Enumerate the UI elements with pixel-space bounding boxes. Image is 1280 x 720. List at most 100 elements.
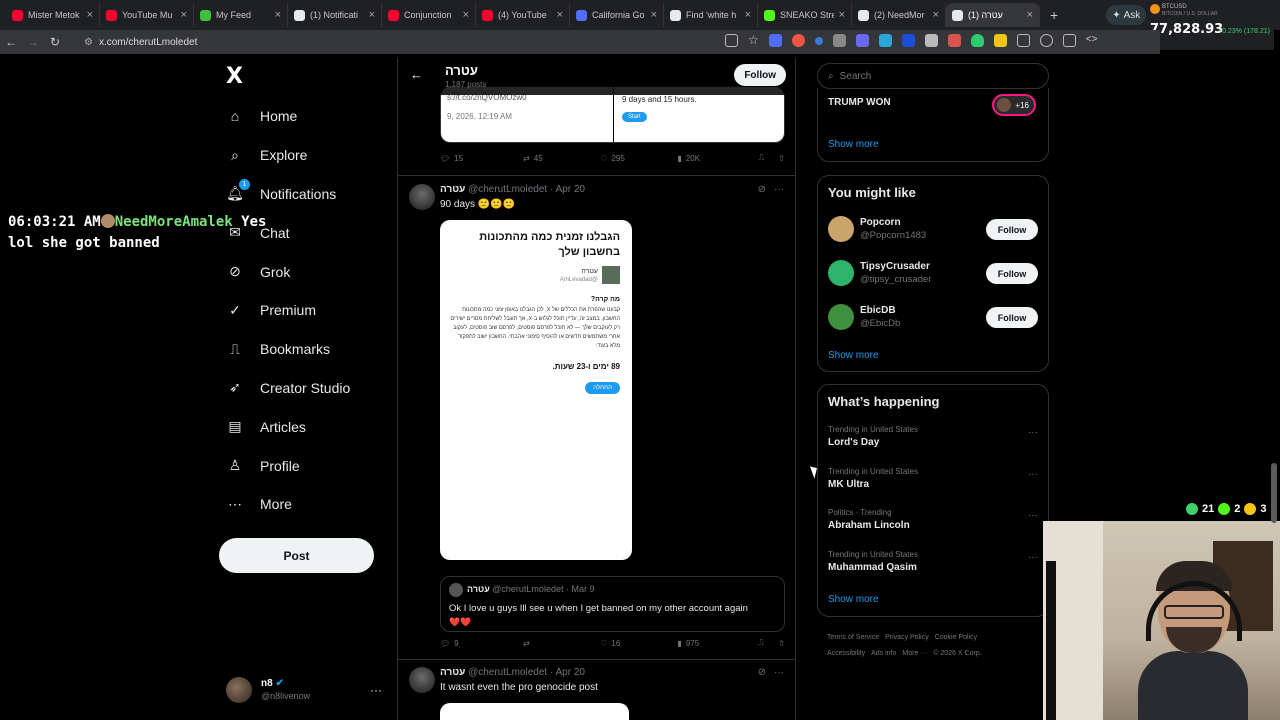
suggestion-name[interactable]: TipsyCrusader <box>860 261 930 272</box>
trend-avatars[interactable]: +16 <box>992 94 1036 116</box>
browser-tab[interactable]: (4) YouTube × <box>476 3 570 27</box>
nav-item-grok[interactable]: ⊘ Grok <box>226 252 350 291</box>
reply-button[interactable]: 💬︎ 15 <box>440 154 523 163</box>
back-arrow-icon[interactable]: ← <box>410 67 423 82</box>
avatar[interactable] <box>828 304 854 330</box>
history-icon[interactable] <box>1039 34 1053 47</box>
more-icon[interactable]: ··· <box>1028 427 1038 438</box>
extension-icon[interactable] <box>855 34 869 47</box>
browser-tab[interactable]: Find 'white h × <box>664 3 758 27</box>
footer-link[interactable]: Terms of Service <box>827 634 879 641</box>
extension-icon[interactable] <box>878 34 892 47</box>
scrollbar[interactable] <box>1270 58 1278 720</box>
nav-item-creator-studio[interactable]: ➶ Creator Studio <box>226 369 350 408</box>
repost-button[interactable]: ⇄ <box>523 639 600 648</box>
nav-item-chat[interactable]: ✉ Chat <box>226 213 350 252</box>
ask-button[interactable]: ✦ Ask <box>1106 5 1147 25</box>
back-arrow-icon[interactable]: ← <box>0 35 22 49</box>
close-icon[interactable]: × <box>839 9 845 21</box>
views-button[interactable]: ▮ 975 <box>677 639 758 648</box>
share-icon[interactable]: ⇧ <box>778 639 785 648</box>
follow-button[interactable]: Follow <box>986 219 1038 240</box>
tweet-image[interactable]: הגבלנו זמנית כמה מהתכונות בחשבון שלך עטר… <box>440 220 632 560</box>
tweet[interactable]: עטרה @cherutLmoledet · Apr 20 ⊘ ··· 90 d… <box>398 182 795 660</box>
follow-button[interactable]: Follow <box>986 307 1038 328</box>
browser-tab[interactable]: (1) עטרה × <box>946 3 1040 27</box>
new-tab-button[interactable]: + <box>1050 7 1058 23</box>
browser-tab[interactable]: YouTube Mu × <box>100 3 194 27</box>
extension-icon[interactable] <box>832 34 846 47</box>
tweet-date[interactable]: · Apr 20 <box>550 667 585 678</box>
extension-icon[interactable] <box>970 34 984 47</box>
avatar[interactable] <box>409 667 435 693</box>
follow-button[interactable]: Follow <box>734 64 786 86</box>
avatar[interactable] <box>828 260 854 286</box>
extension-icon[interactable] <box>947 34 961 47</box>
post-button[interactable]: Post <box>219 538 374 573</box>
follow-button[interactable]: Follow <box>986 263 1038 284</box>
avatar[interactable] <box>409 184 435 210</box>
views-button[interactable]: ▮ 20K <box>677 154 758 163</box>
close-icon[interactable]: × <box>275 9 281 21</box>
cast-icon[interactable] <box>725 34 738 47</box>
close-icon[interactable]: × <box>87 9 93 21</box>
grok-icon[interactable]: ⊘ <box>758 184 766 195</box>
browser-tab[interactable]: Conjunction × <box>382 3 476 27</box>
show-more-link[interactable]: Show more <box>828 139 879 150</box>
more-icon[interactable]: ··· <box>1028 469 1038 480</box>
nav-item-profile[interactable]: ♙ Profile <box>226 446 350 485</box>
share-icon[interactable]: ⇧ <box>778 154 785 163</box>
code-icon[interactable]: <> <box>1086 34 1098 47</box>
quoted-tweet[interactable]: עטרה @cherutLmoledet · Mar 9 Ok I love u… <box>440 576 785 632</box>
grok-icon[interactable]: ⊘ <box>758 667 766 678</box>
extension-icon[interactable] <box>901 34 915 47</box>
tweet-handle[interactable]: @cherutLmoledet <box>468 184 547 195</box>
footer-link[interactable]: Cookie Policy <box>935 634 977 641</box>
trend-label[interactable]: TRUMP WON <box>828 97 891 108</box>
account-switcher[interactable]: n8 ✔ @n8livenow ··· <box>226 675 386 705</box>
browser-tab[interactable]: My Feed × <box>194 3 288 27</box>
nav-item-premium[interactable]: ✓ Premium <box>226 291 350 330</box>
like-button[interactable]: ♡ 295 <box>600 154 677 163</box>
search-input[interactable]: ⌕ Search <box>817 63 1049 89</box>
suggestion-name[interactable]: Popcorn <box>860 217 901 228</box>
url-field[interactable]: ⚙ x.com/cherutLmoledet <box>76 32 686 52</box>
tweet-image[interactable] <box>440 703 629 720</box>
nav-item-notifications[interactable]: 🔔︎ 1 Notifications <box>226 175 350 214</box>
trend-name[interactable]: MK Ultra <box>828 479 869 490</box>
browser-tab[interactable]: SNEAKO Stre × <box>758 3 852 27</box>
footer-link[interactable]: More ··· <box>902 650 927 657</box>
more-icon[interactable]: ··· <box>370 683 382 697</box>
trend-name[interactable]: Muhammad Qasim <box>828 562 917 573</box>
more-icon[interactable]: ··· <box>1028 510 1038 521</box>
more-icon[interactable]: ··· <box>774 667 784 678</box>
close-icon[interactable]: × <box>651 9 657 21</box>
tweet-date[interactable]: · Apr 20 <box>550 184 585 195</box>
nav-item-articles[interactable]: ▤ Articles <box>226 407 350 446</box>
extension-icon[interactable] <box>1062 34 1076 47</box>
more-icon[interactable]: ··· <box>774 184 784 195</box>
close-icon[interactable]: × <box>1027 9 1033 21</box>
close-icon[interactable]: × <box>933 9 939 21</box>
repost-button[interactable]: ⇄ 45 <box>523 154 600 163</box>
footer-link[interactable]: Accessibility <box>827 650 865 657</box>
browser-tab[interactable]: (1) Notificati × <box>288 3 382 27</box>
nav-item-home[interactable]: ⌂ Home <box>226 97 350 136</box>
close-icon[interactable]: × <box>181 9 187 21</box>
browser-tab[interactable]: California Go × <box>570 3 664 27</box>
close-icon[interactable]: × <box>463 9 469 21</box>
nav-item-more[interactable]: ⋯ More <box>226 485 350 524</box>
close-icon[interactable]: × <box>745 9 751 21</box>
reload-icon[interactable]: ↻ <box>44 35 66 49</box>
extension-icon[interactable] <box>924 34 938 47</box>
nav-item-explore[interactable]: ⌕ Explore <box>226 136 350 175</box>
star-icon[interactable]: ☆ <box>748 34 759 47</box>
footer-link[interactable]: Privacy Policy <box>885 634 929 641</box>
forward-arrow-icon[interactable]: → <box>22 35 44 49</box>
footer-link[interactable]: Ads info <box>871 650 896 657</box>
bookmark-button[interactable]: ⎍ <box>759 638 779 648</box>
tweet-author[interactable]: עטרה <box>440 184 465 195</box>
tweet-handle[interactable]: @cherutLmoledet <box>468 667 547 678</box>
trend-name[interactable]: Lord's Day <box>828 437 879 448</box>
trend-name[interactable]: Abraham Lincoln <box>828 520 910 531</box>
